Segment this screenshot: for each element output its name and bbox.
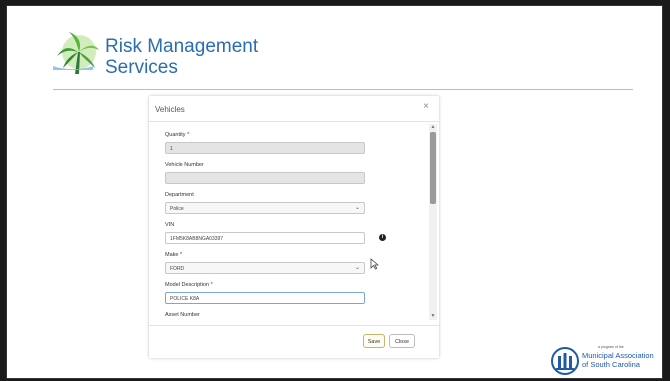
dialog-title: Vehicles	[155, 105, 185, 114]
mouse-pointer-icon	[370, 258, 379, 270]
vin-field[interactable]: 1FM5K8AB8NGA03397	[165, 232, 365, 244]
department-value: Police	[170, 206, 184, 212]
close-button[interactable]: Close	[389, 334, 415, 348]
department-select[interactable]: Police ⌄	[165, 202, 365, 214]
dialog-body: Quantity * 1 Vehicle Number Department P…	[149, 122, 427, 324]
vehicle-number-label: Vehicle Number	[165, 162, 204, 168]
presentation-slide: Risk Management Services Vehicles × Quan…	[6, 5, 663, 379]
rms-title-line1: Risk Management	[105, 36, 259, 57]
model-description-field[interactable]: POLICE K8A	[165, 292, 365, 304]
rms-title-line2: Services	[105, 57, 178, 78]
scrollbar-thumb[interactable]	[430, 132, 436, 204]
palmetto-logo-icon	[53, 32, 99, 74]
info-icon[interactable]: i	[379, 234, 386, 241]
vehicle-number-field[interactable]	[165, 172, 365, 184]
rms-title: Risk Management Services	[105, 36, 258, 78]
asset-number-label: Asset Number	[165, 312, 200, 318]
vin-label: VIN	[165, 222, 175, 228]
masc-tagline: a program of the	[598, 345, 624, 349]
make-select[interactable]: FORD ⌄	[165, 262, 365, 274]
dialog-scrollbar[interactable]: ▲ ▼	[429, 124, 437, 320]
make-label: Make *	[165, 252, 183, 258]
chevron-down-icon: ⌄	[354, 265, 360, 271]
vehicles-dialog: Vehicles × Quantity * 1 Vehicle Number D…	[149, 96, 439, 358]
model-description-label: Model Description *	[165, 282, 213, 288]
scroll-up-icon[interactable]: ▲	[430, 125, 436, 130]
department-label: Department	[165, 192, 194, 198]
scroll-down-icon[interactable]: ▼	[430, 314, 436, 319]
close-icon[interactable]: ×	[423, 101, 429, 112]
quantity-label: Quantity *	[165, 132, 190, 138]
save-button[interactable]: Save	[363, 334, 385, 348]
chevron-down-icon: ⌄	[354, 205, 360, 211]
make-value: FORD	[170, 266, 185, 272]
header-rule	[53, 89, 633, 90]
municipal-association-logo-icon	[551, 347, 579, 375]
masc-name: Municipal Association of South Carolina	[582, 351, 654, 369]
dialog-footer-divider	[149, 325, 439, 326]
masc-name-line2: of South Carolina	[582, 359, 640, 369]
quantity-field[interactable]: 1	[165, 142, 365, 154]
